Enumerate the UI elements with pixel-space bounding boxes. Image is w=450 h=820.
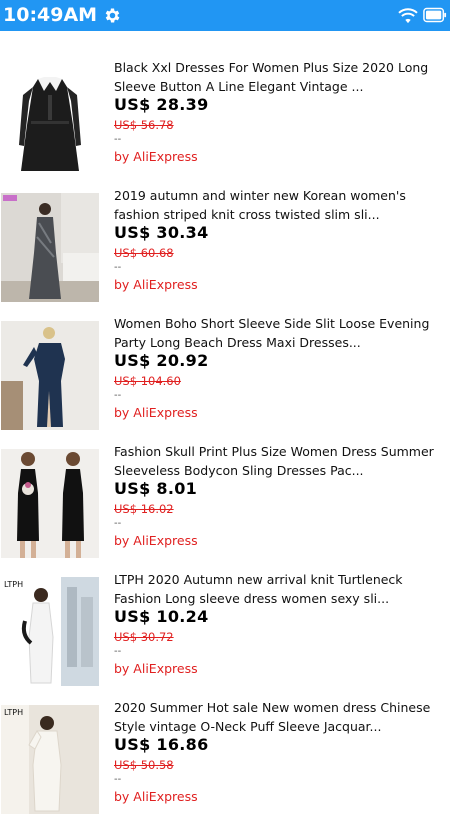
product-original-price: US$ 50.58	[114, 758, 174, 772]
product-price: US$ 30.34	[114, 223, 209, 242]
product-image[interactable]	[1, 449, 99, 558]
product-source[interactable]: by AliExpress	[114, 405, 198, 420]
product-title[interactable]: 2019 autumn and winter new Korean women'…	[114, 186, 446, 224]
product-item[interactable]: Black Xxl Dresses For Women Plus Size 20…	[0, 52, 450, 180]
product-image[interactable]	[1, 65, 99, 174]
product-source[interactable]: by AliExpress	[114, 789, 198, 804]
product-separator: --	[114, 518, 122, 529]
product-image[interactable]: LTPH	[1, 577, 99, 686]
product-title[interactable]: Fashion Skull Print Plus Size Women Dres…	[114, 442, 446, 480]
product-item[interactable]: Women Boho Short Sleeve Side Slit Loose …	[0, 308, 450, 436]
gear-icon	[105, 8, 120, 23]
product-separator: --	[114, 134, 122, 145]
product-separator: --	[114, 262, 122, 273]
product-image[interactable]	[1, 321, 99, 430]
status-bar: 10:49AM	[0, 0, 450, 31]
product-price: US$ 28.39	[114, 95, 209, 114]
product-item[interactable]: Fashion Skull Print Plus Size Women Dres…	[0, 436, 450, 564]
product-price: US$ 10.24	[114, 607, 209, 626]
product-original-price: US$ 60.68	[114, 246, 174, 260]
thumb-logo: LTPH	[4, 708, 23, 717]
product-original-price: US$ 30.72	[114, 630, 174, 644]
product-image[interactable]: LTPH	[1, 705, 99, 814]
product-list: Black Xxl Dresses For Women Plus Size 20…	[0, 52, 450, 820]
product-original-price: US$ 56.78	[114, 118, 174, 132]
product-separator: --	[114, 646, 122, 657]
product-price: US$ 16.86	[114, 735, 209, 754]
product-separator: --	[114, 390, 122, 401]
product-image[interactable]	[1, 193, 99, 302]
wifi-icon	[398, 8, 418, 24]
product-price: US$ 8.01	[114, 479, 198, 498]
product-original-price: US$ 104.60	[114, 374, 181, 388]
product-source[interactable]: by AliExpress	[114, 533, 198, 548]
product-title[interactable]: 2020 Summer Hot sale New women dress Chi…	[114, 698, 446, 736]
product-source[interactable]: by AliExpress	[114, 277, 198, 292]
battery-icon	[423, 7, 447, 23]
product-title[interactable]: LTPH 2020 Autumn new arrival knit Turtle…	[114, 570, 446, 608]
product-title[interactable]: Women Boho Short Sleeve Side Slit Loose …	[114, 314, 446, 352]
product-item[interactable]: 2019 autumn and winter new Korean women'…	[0, 180, 450, 308]
product-separator: --	[114, 774, 122, 785]
status-time: 10:49AM	[3, 4, 98, 26]
thumb-logo: LTPH	[4, 580, 23, 589]
product-source[interactable]: by AliExpress	[114, 149, 198, 164]
product-title[interactable]: Black Xxl Dresses For Women Plus Size 20…	[114, 58, 446, 96]
product-original-price: US$ 16.02	[114, 502, 174, 516]
product-source[interactable]: by AliExpress	[114, 661, 198, 676]
product-item[interactable]: LTPH LTPH 2020 Autumn new arrival knit T…	[0, 564, 450, 692]
product-item[interactable]: LTPH 2020 Summer Hot sale New women dres…	[0, 692, 450, 820]
product-price: US$ 20.92	[114, 351, 209, 370]
